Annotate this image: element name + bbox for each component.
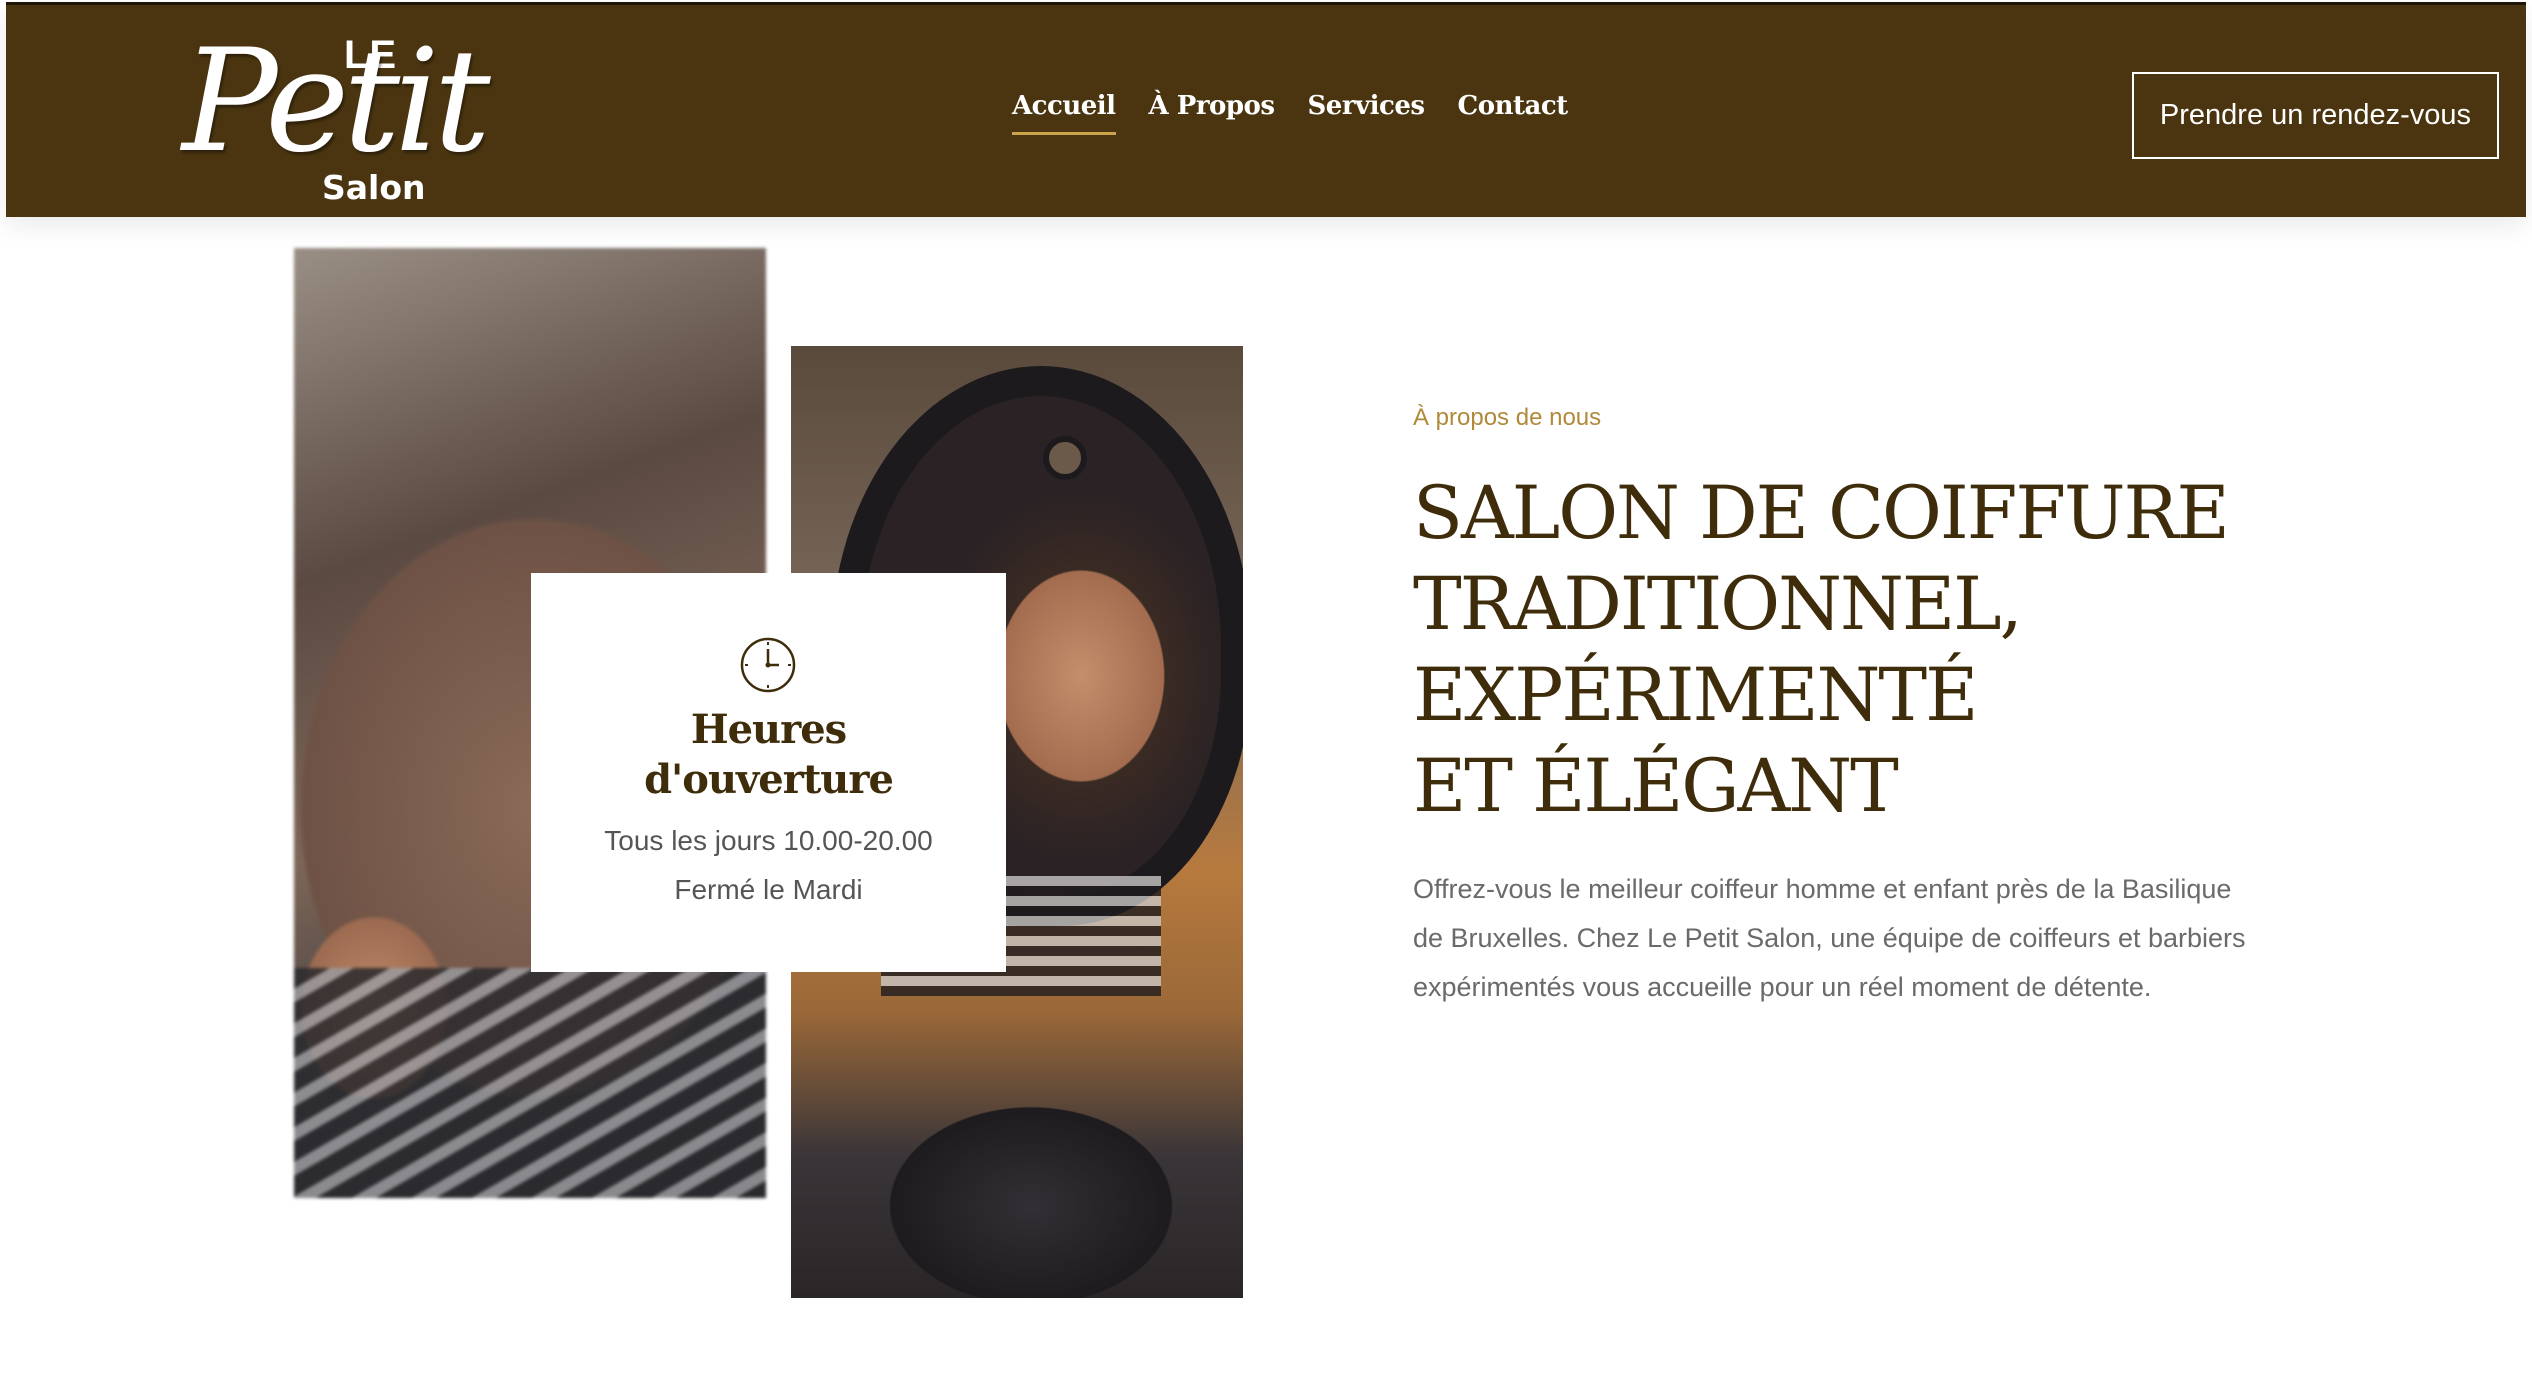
hours-title: Heures d'ouverture [531, 705, 1006, 805]
main-nav: Accueil À Propos Services Contact [1012, 91, 1568, 135]
photo-striped-shirt [294, 968, 766, 1198]
headline-line-3: EXPÉRIMENTÉ [1413, 653, 1978, 738]
photo-barber-chair [831, 1006, 1243, 1298]
book-appointment-button[interactable]: Prendre un rendez-vous [2132, 72, 2499, 159]
logo-petit-text: Petit [182, 19, 491, 184]
nav-item-a-propos[interactable]: À Propos [1149, 91, 1275, 135]
clock-icon [740, 637, 796, 693]
nav-item-services[interactable]: Services [1308, 91, 1426, 135]
hours-schedule: Tous les jours 10.00-20.00 [604, 825, 933, 856]
site-header: LE Petit Salon Accueil À Propos Services… [6, 2, 2526, 217]
headline-line-1: SALON DE COIFFURE [1413, 471, 2230, 556]
hours-title-line1: Heures [690, 706, 847, 753]
nav-item-accueil[interactable]: Accueil [1012, 91, 1116, 135]
about-headline: SALON DE COIFFURE TRADITIONNEL, EXPÉRIME… [1413, 468, 2313, 832]
nav-item-contact[interactable]: Contact [1458, 91, 1569, 135]
hours-closed-day: Fermé le Mardi [674, 874, 863, 905]
photo-mirror-handle-hole [1043, 436, 1087, 480]
about-eyebrow: À propos de nous [1413, 404, 1602, 431]
about-description: Offrez-vous le meilleur coiffeur homme e… [1413, 874, 2246, 1002]
site-logo[interactable]: LE Petit Salon [174, 25, 494, 215]
headline-line-4: ET ÉLÉGANT [1413, 744, 1899, 829]
headline-line-2: TRADITIONNEL, [1413, 562, 2023, 647]
hours-title-line2: d'ouverture [644, 756, 894, 803]
opening-hours-card: Heures d'ouverture Tous les jours 10.00-… [531, 573, 1006, 972]
logo-salon-text: Salon [322, 168, 426, 207]
